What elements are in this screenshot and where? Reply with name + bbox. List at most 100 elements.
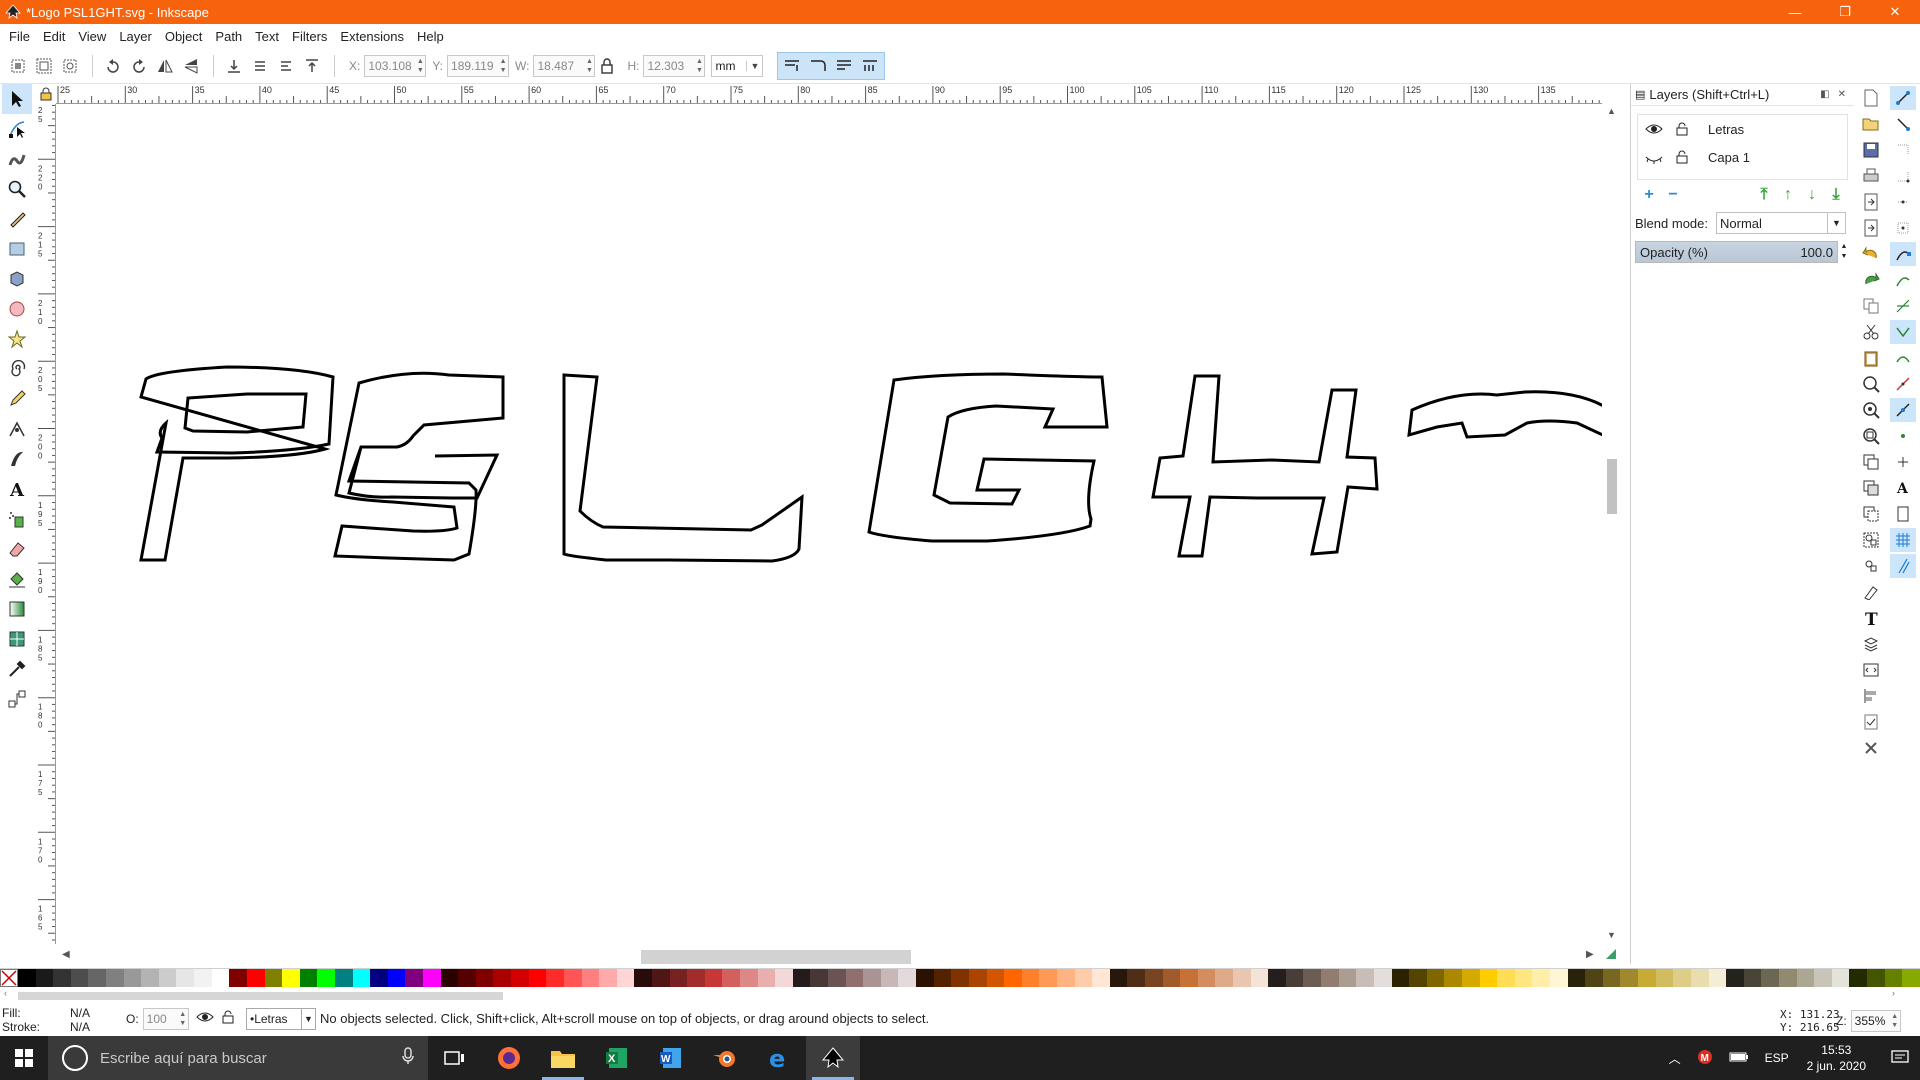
color-swatch[interactable]: [1004, 969, 1022, 987]
snap-bbox-corner-icon[interactable]: [1890, 164, 1916, 188]
lower-layer-to-bottom-icon[interactable]: ⤓: [1824, 183, 1848, 207]
paste-icon[interactable]: [1858, 346, 1884, 370]
gradient-tool-icon[interactable]: [2, 594, 32, 624]
color-swatch[interactable]: [880, 969, 899, 987]
color-swatch[interactable]: [1303, 969, 1322, 987]
color-swatch[interactable]: [757, 969, 776, 987]
color-swatch[interactable]: [687, 969, 705, 987]
color-swatch[interactable]: [1585, 969, 1603, 987]
copy-icon[interactable]: [1858, 294, 1884, 318]
raise-layer-icon[interactable]: ↑: [1776, 183, 1800, 207]
vertical-ruler[interactable]: 225220215210205200195190185180175170165: [36, 104, 56, 944]
transform-gradients-icon[interactable]: [832, 54, 856, 78]
color-swatch[interactable]: [669, 969, 688, 987]
measure-tool-icon[interactable]: [2, 204, 32, 234]
color-swatch[interactable]: [1708, 969, 1727, 987]
color-swatch[interactable]: [194, 969, 212, 987]
eye-open-icon[interactable]: [1644, 119, 1664, 139]
group-icon[interactable]: [1858, 528, 1884, 552]
export-icon[interactable]: [1858, 216, 1884, 240]
object-opacity-input[interactable]: [143, 1009, 178, 1029]
color-swatch[interactable]: [1391, 969, 1410, 987]
palette-scrollbar[interactable]: ‹ ›: [0, 988, 1920, 1002]
color-swatch[interactable]: [739, 969, 758, 987]
layer-row[interactable]: Capa 1: [1638, 143, 1847, 171]
palette-scroll-thumb[interactable]: [18, 992, 503, 1000]
color-swatch[interactable]: [951, 969, 969, 987]
xml-editor-icon[interactable]: [1858, 658, 1884, 682]
menu-layer[interactable]: Layer: [114, 29, 160, 44]
zoom-page-icon[interactable]: [1858, 424, 1884, 448]
current-layer-select[interactable]: •Letras ▼: [246, 1008, 316, 1030]
color-swatch[interactable]: [1162, 969, 1181, 987]
color-swatch[interactable]: [1056, 969, 1075, 987]
vertical-scrollbar[interactable]: ▲ ▼: [1602, 104, 1622, 944]
color-swatch[interactable]: [528, 969, 547, 987]
color-swatch[interactable]: [722, 969, 740, 987]
color-swatch[interactable]: [405, 969, 424, 987]
color-swatch[interactable]: [1761, 969, 1779, 987]
color-swatch[interactable]: [1655, 969, 1674, 987]
raise-to-top-icon[interactable]: [300, 54, 324, 78]
color-swatch[interactable]: [458, 969, 476, 987]
lower-to-bottom-icon[interactable]: [222, 54, 246, 78]
color-swatch[interactable]: [1233, 969, 1251, 987]
snap-paths-icon[interactable]: [1890, 268, 1916, 292]
menu-extensions[interactable]: Extensions: [335, 29, 412, 44]
color-swatch[interactable]: [106, 969, 124, 987]
lower-layer-icon[interactable]: ↓: [1800, 183, 1824, 207]
color-swatch[interactable]: [1127, 969, 1145, 987]
menu-path[interactable]: Path: [210, 29, 250, 44]
unlink-clone-icon[interactable]: [1858, 502, 1884, 526]
color-swatch[interactable]: [1690, 969, 1709, 987]
color-swatch[interactable]: [1514, 969, 1533, 987]
deselect-icon[interactable]: [58, 54, 82, 78]
tweak-tool-icon[interactable]: [2, 144, 32, 174]
lock-ratio-icon[interactable]: [595, 54, 619, 78]
text-tool-icon[interactable]: A: [2, 474, 32, 504]
horizontal-scrollbar[interactable]: ◀ ▶: [56, 944, 1622, 968]
document-properties-icon[interactable]: [1858, 710, 1884, 734]
snap-guides-icon[interactable]: [1890, 554, 1916, 578]
unlocked-icon[interactable]: [1672, 147, 1692, 167]
color-swatch[interactable]: [1338, 969, 1357, 987]
input-language[interactable]: ESP: [1765, 1051, 1789, 1065]
color-swatch[interactable]: [1849, 969, 1867, 987]
object-opacity-field[interactable]: ▲▼: [142, 1008, 189, 1030]
color-swatch[interactable]: [968, 969, 987, 987]
color-swatch[interactable]: [704, 969, 723, 987]
add-layer-icon[interactable]: +: [1637, 183, 1661, 207]
firefox-icon[interactable]: [482, 1036, 536, 1080]
snap-grids-icon[interactable]: [1890, 528, 1916, 552]
snap-bbox-midpoint-icon[interactable]: [1890, 190, 1916, 214]
color-swatch[interactable]: [246, 969, 265, 987]
taskbar-clock[interactable]: 15:53 2 jun. 2020: [1807, 1042, 1866, 1074]
color-swatch[interactable]: [933, 969, 952, 987]
close-button[interactable]: ✕: [1870, 0, 1920, 24]
spiral-tool-icon[interactable]: [2, 354, 32, 384]
windows-start-icon[interactable]: [0, 1036, 48, 1080]
x-input[interactable]: [365, 55, 416, 76]
zoom-field[interactable]: ▲▼: [1850, 1010, 1901, 1032]
new-document-icon[interactable]: [1858, 86, 1884, 110]
color-swatch[interactable]: [1550, 969, 1568, 987]
palette-scroll-right-icon[interactable]: ›: [1892, 988, 1895, 998]
color-swatch[interactable]: [1180, 969, 1198, 987]
color-swatch[interactable]: [370, 969, 388, 987]
opacity-stepper[interactable]: ▲ ▼: [1838, 242, 1850, 262]
color-swatch[interactable]: [828, 969, 846, 987]
color-swatch[interactable]: [352, 969, 371, 987]
color-swatch[interactable]: [599, 969, 617, 987]
paint-bucket-tool-icon[interactable]: [2, 564, 32, 594]
selector-tool-icon[interactable]: [2, 84, 32, 114]
zoom-tool-icon[interactable]: [2, 174, 32, 204]
microphone-icon[interactable]: [402, 1047, 414, 1069]
color-swatch[interactable]: [1039, 969, 1057, 987]
eye-closed-icon[interactable]: [1644, 147, 1664, 167]
color-swatch[interactable]: [1778, 969, 1797, 987]
menu-filters[interactable]: Filters: [287, 29, 335, 44]
remove-layer-icon[interactable]: −: [1661, 183, 1685, 207]
color-swatch[interactable]: [511, 969, 529, 987]
color-swatch[interactable]: [141, 969, 159, 987]
color-swatch[interactable]: [1902, 969, 1920, 987]
